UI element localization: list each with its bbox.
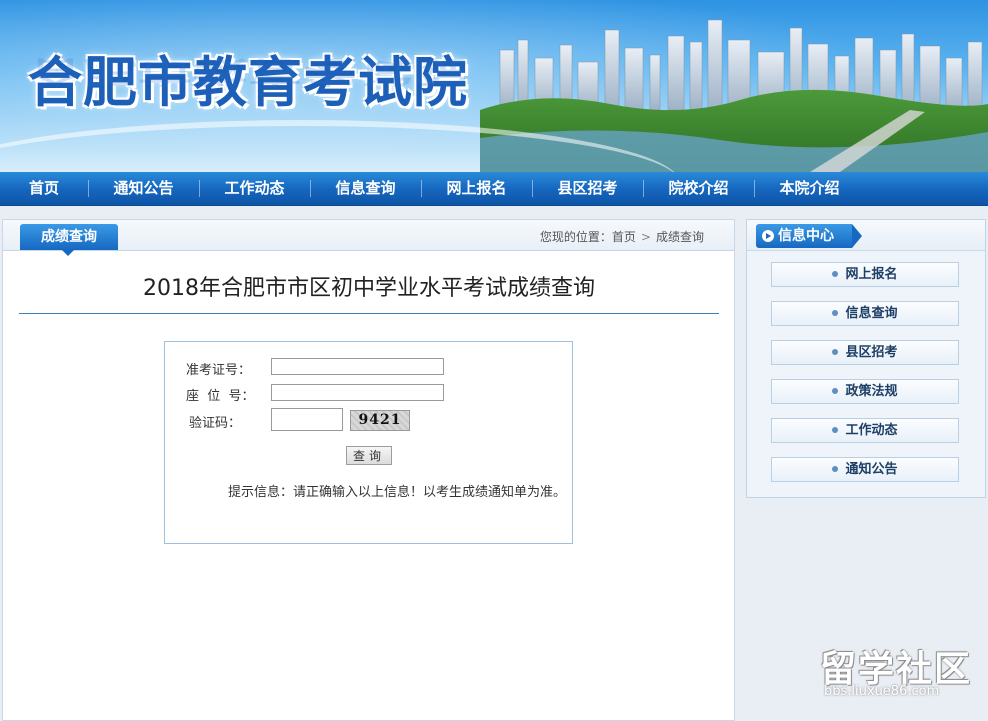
tab-score-query: 成绩查询 [20, 224, 118, 256]
seat-number-input[interactable] [271, 384, 444, 401]
exam-id-label: 准考证号： [186, 363, 252, 378]
sidebar-item-notices[interactable]: 通知公告 [771, 457, 959, 482]
score-query-form: 准考证号： 座 位 号： 验证码： 9421 查询 提示信息：请正确输入以上信息… [164, 341, 573, 544]
sidebar-header: 信息中心 [747, 220, 985, 251]
main-nav: 首页 通知公告 工作动态 信息查询 网上报名 县区招考 院校介绍 本院介绍 [0, 172, 988, 206]
sidebar-item-label: 通知公告 [845, 462, 898, 477]
query-button[interactable]: 查询 [346, 446, 392, 465]
nav-item-about[interactable]: 本院介绍 [754, 172, 865, 205]
breadcrumb: 您现的位置：首页 > 成绩查询 [540, 228, 704, 245]
header-banner: 合肥市教育考试院 合肥市教育考试院 [0, 0, 988, 172]
watermark-url: bbs.liuxue86.com [824, 684, 940, 699]
breadcrumb-separator-icon: > [640, 230, 651, 244]
site-logo-reflection: 合肥市教育考试院 [28, 54, 468, 89]
sidebar-item-info-query[interactable]: 信息查询 [771, 301, 959, 326]
sidebar-list: 网上报名 信息查询 县区招考 政策法规 工作动态 通知公告 [771, 262, 959, 496]
arrow-right-icon [762, 230, 774, 242]
info-center-sidebar: 信息中心 网上报名 信息查询 县区招考 政策法规 工作动态 通知公告 [746, 219, 986, 498]
captcha-image[interactable]: 9421 [350, 410, 410, 431]
sidebar-item-work-news[interactable]: 工作动态 [771, 418, 959, 443]
sidebar-item-policies[interactable]: 政策法规 [771, 379, 959, 404]
sidebar-title: 信息中心 [778, 228, 834, 244]
sidebar-item-online-registration[interactable]: 网上报名 [771, 262, 959, 287]
captcha-input[interactable] [271, 408, 343, 431]
main-panel: 成绩查询 您现的位置：首页 > 成绩查询 2018年合肥市市区初中学业水平考试成绩查… [2, 219, 735, 721]
title-divider [19, 313, 719, 314]
sidebar-item-label: 政策法规 [845, 384, 898, 399]
bullet-icon [832, 348, 839, 355]
bullet-icon [832, 465, 839, 472]
sidebar-title-tab: 信息中心 [756, 224, 862, 248]
nav-item-work-news[interactable]: 工作动态 [199, 172, 310, 205]
main-panel-header: 成绩查询 您现的位置：首页 > 成绩查询 [3, 220, 734, 256]
sidebar-item-label: 信息查询 [845, 306, 898, 321]
bullet-icon [832, 426, 839, 433]
page-title: 2018年合肥市市区初中学业水平考试成绩查询 [143, 276, 595, 301]
bullet-icon [832, 387, 839, 394]
exam-id-input[interactable] [271, 358, 444, 375]
bullet-icon [832, 309, 839, 316]
watermark: 留学社区 bbs.liuxue86.com [820, 640, 980, 706]
sidebar-item-label: 县区招考 [845, 345, 898, 360]
nav-item-home[interactable]: 首页 [0, 172, 88, 205]
seat-number-label: 座 位 号： [186, 389, 255, 404]
breadcrumb-home-link[interactable]: 首页 [612, 230, 636, 244]
breadcrumb-prefix: 您现的位置： [539, 230, 612, 244]
breadcrumb-current: 成绩查询 [655, 230, 704, 244]
nav-item-info-query[interactable]: 信息查询 [310, 172, 421, 205]
sidebar-item-county-exams[interactable]: 县区招考 [771, 340, 959, 365]
nav-item-notices[interactable]: 通知公告 [88, 172, 199, 205]
sidebar-item-label: 网上报名 [845, 267, 898, 282]
nav-item-schools[interactable]: 院校介绍 [643, 172, 754, 205]
nav-item-online-registration[interactable]: 网上报名 [421, 172, 532, 205]
bullet-icon [832, 270, 839, 277]
hint-message: 提示信息：请正确输入以上信息！以考生成绩通知单为准。 [228, 485, 567, 500]
sidebar-item-label: 工作动态 [845, 423, 898, 438]
captcha-label: 验证码： [189, 416, 242, 431]
nav-item-county-exams[interactable]: 县区招考 [532, 172, 643, 205]
